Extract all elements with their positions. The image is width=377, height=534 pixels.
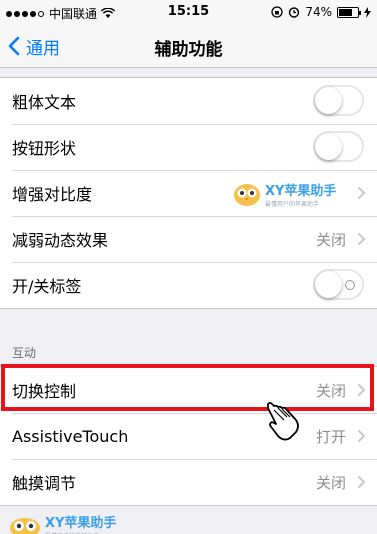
chevron-right-icon (357, 475, 366, 489)
assistivetouch-label: AssistiveTouch (12, 426, 129, 446)
increase-contrast-label: 增强对比度 (12, 185, 93, 204)
chevron-right-icon (357, 429, 366, 443)
on-off-labels-label: 开/关标签 (12, 277, 82, 296)
toggle-knob (315, 87, 342, 114)
button-shapes-row: 按钮形状 (0, 124, 377, 170)
bold-text-label: 粗体文本 (12, 93, 77, 112)
interaction-section-header: 互动 (12, 346, 37, 360)
watermark-brand: XY苹果助手 (45, 516, 117, 531)
assistivetouch-row[interactable]: AssistiveTouch 打开 (0, 413, 377, 459)
alarm-icon (289, 7, 300, 18)
bold-text-row: 粗体文本 (0, 78, 377, 124)
battery-fill (339, 8, 353, 16)
on-off-labels-toggle[interactable] (313, 269, 364, 300)
status-bar: 中国联通 15:15 74% (0, 0, 377, 24)
charging-bolt-icon (364, 6, 371, 18)
navigation-bar: 通用 辅助功能 (0, 24, 377, 68)
touch-accommodations-row[interactable]: 触摸调节 关闭 (0, 459, 377, 505)
page-title: 辅助功能 (154, 40, 223, 60)
chevron-right-icon (357, 186, 366, 200)
toggle-knob (315, 271, 342, 298)
highlight-box (1, 364, 374, 411)
watermark-bottom: XY苹果助手 最懂用户的苹果助手 (8, 512, 116, 534)
owl-logo-icon (234, 184, 260, 206)
bold-text-toggle[interactable] (313, 85, 364, 116)
touch-accommodations-value: 关闭 (315, 473, 346, 492)
watermark: XY苹果助手 最懂用户的苹果助手 (232, 180, 336, 208)
toggle-knob (315, 133, 342, 160)
chevron-right-icon (357, 232, 366, 246)
watermark-brand: XY苹果助手 (265, 184, 337, 199)
off-label-circle-icon (345, 280, 355, 290)
assistivetouch-value: 打开 (315, 427, 346, 446)
touch-accommodations-label: 触摸调节 (12, 474, 77, 493)
battery-percent: 74% (305, 5, 332, 19)
reduce-motion-value: 关闭 (315, 230, 346, 249)
status-right: 74% (271, 5, 371, 19)
battery-icon (337, 6, 361, 18)
reduce-motion-row[interactable]: 减弱动态效果 关闭 (0, 216, 377, 262)
button-shapes-toggle[interactable] (313, 131, 364, 162)
watermark-tagline: 最懂用户的苹果助手 (265, 201, 320, 208)
button-shapes-label: 按钮形状 (12, 139, 77, 158)
lock-rotation-icon (271, 6, 283, 18)
pointing-hand-cursor-icon (267, 402, 299, 441)
on-off-labels-row: 开/关标签 (0, 262, 377, 308)
reduce-motion-label: 减弱动态效果 (12, 231, 109, 250)
owl-logo-icon (10, 518, 40, 534)
